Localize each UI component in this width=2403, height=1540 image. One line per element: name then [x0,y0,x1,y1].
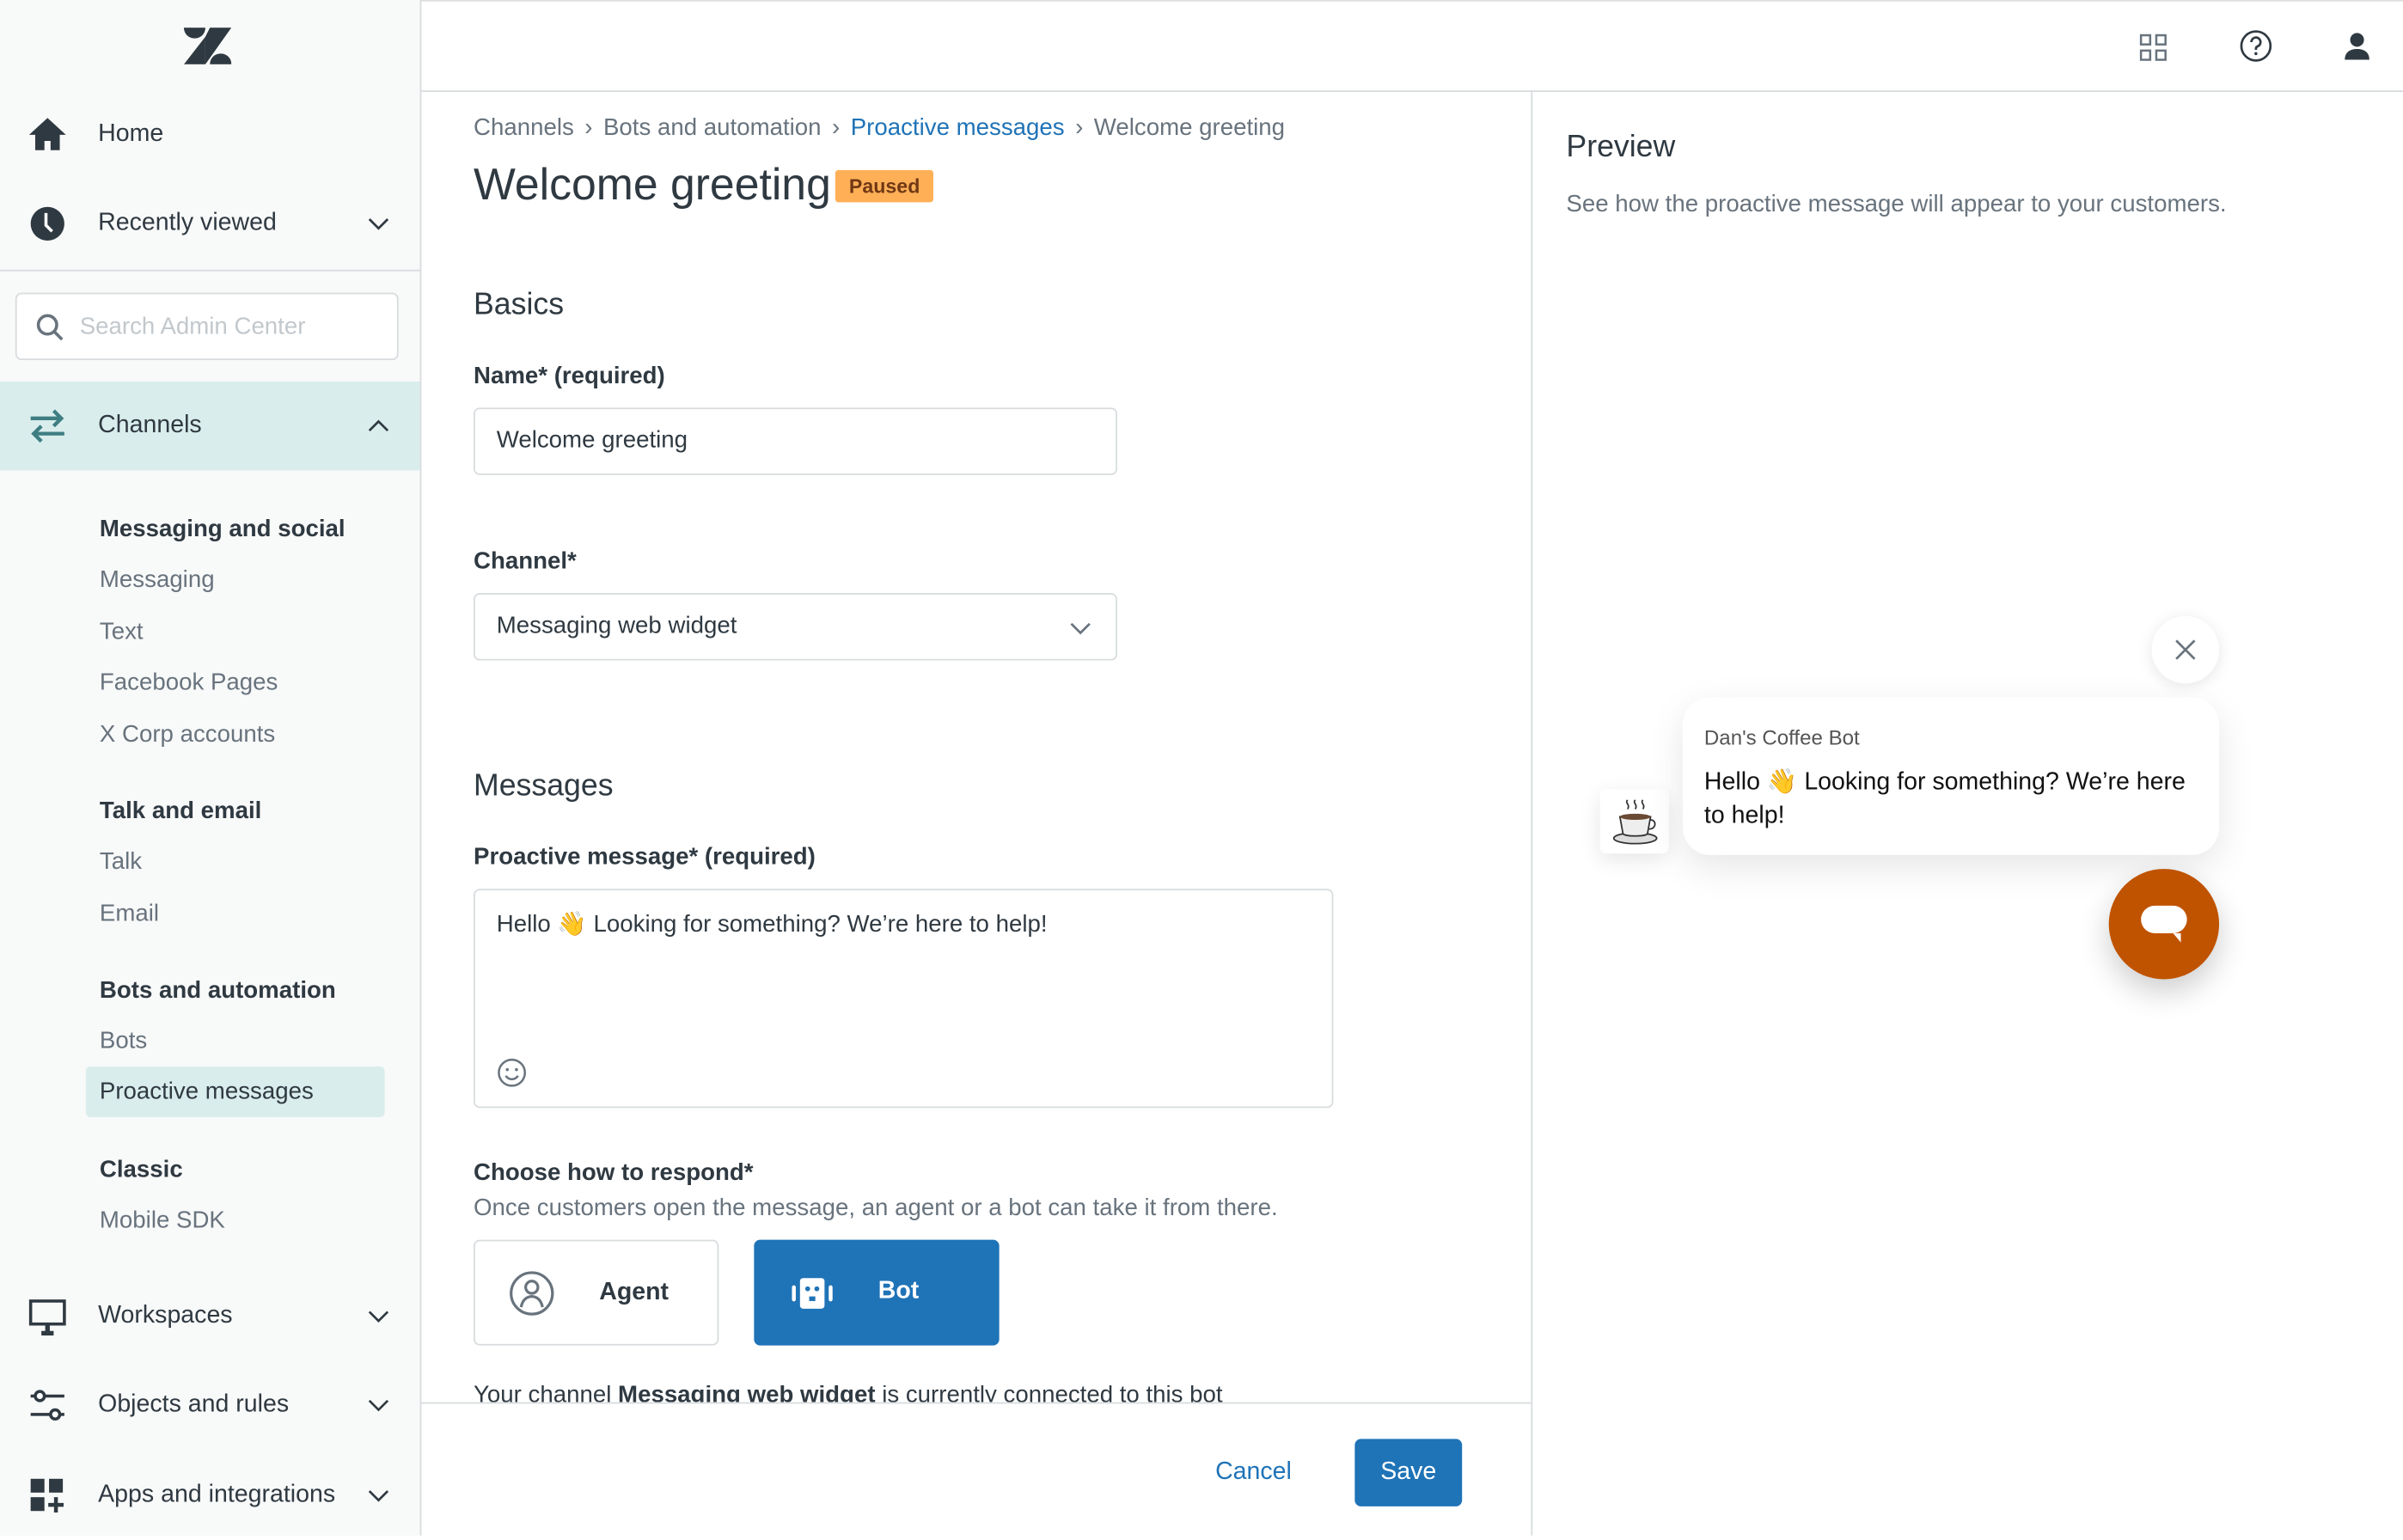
sidebar: Home Recently viewed Search Admin Center… [0,0,422,1536]
main-panel: Channels › Bots and automation › Proactive… [421,90,1533,1536]
sidebar-item-messaging[interactable]: Messaging [100,567,215,595]
sidebar-item-proactive-messages[interactable]: Proactive messages [85,1066,385,1117]
channel-value: Messaging web widget [496,613,737,639]
search-placeholder: Search Admin Center [79,314,306,340]
sidebar-item-talk[interactable]: Talk [100,849,142,877]
note-text: Your channel [474,1385,619,1402]
section-heading: Basics [474,288,565,322]
chevron-down-icon[interactable] [368,1395,389,1416]
group-title: Bots and automation [99,977,336,1004]
respond-hint: Once customers open the message, an agen… [474,1195,1278,1222]
nav-objects-and-rules[interactable]: Objects and rules [0,1360,420,1449]
bot-icon [792,1278,833,1309]
chevron-down-icon[interactable] [368,1485,389,1506]
top-bar [421,0,2403,92]
sidebar-item-email[interactable]: Email [100,901,159,929]
user-avatar-icon[interactable] [2342,31,2373,62]
sidebar-item-x-corp[interactable]: X Corp accounts [100,722,275,749]
nav-workspaces[interactable]: Workspaces [0,1272,420,1360]
preview-subtitle: See how the proactive message will appea… [1566,191,2227,218]
preview-title: Preview [1566,130,1676,164]
respond-label: Choose how to respond* [474,1159,754,1187]
nav-label: Recently viewed [98,210,277,236]
nav-label: Channels [98,412,202,438]
search-icon [36,314,64,341]
close-preview-button[interactable] [2151,615,2220,684]
nav-label: Objects and rules [98,1391,290,1418]
nav-home[interactable]: Home [0,90,420,179]
home-icon [28,118,66,150]
emoji-icon[interactable] [497,1057,528,1088]
nav-recently-viewed[interactable]: Recently viewed [0,180,420,268]
chevron-down-icon [1070,622,1091,635]
sidebar-item-mobile-sdk[interactable]: Mobile SDK [100,1207,225,1235]
search-input[interactable]: Search Admin Center [15,292,399,361]
breadcrumb: Channels › Bots and automation › Proactive… [474,115,1285,143]
agent-label: Agent [599,1279,670,1306]
sidebar-item-bots[interactable]: Bots [100,1029,147,1056]
group-title: Classic [99,1157,183,1183]
chevron-right-icon: › [1075,114,1084,142]
breadcrumb-proactive[interactable]: Proactive messages [851,115,1065,143]
name-label: Name* (required) [474,363,665,389]
nav-label: Home [98,120,164,148]
sidebar-item-label: Proactive messages [99,1079,314,1105]
monitor-icon [28,1299,66,1336]
page-title: Welcome greeting [474,161,831,211]
name-value: Welcome greeting [496,427,688,454]
divider [0,269,420,272]
note-text: is currently connected to this bot [875,1385,1223,1402]
product-grid-icon[interactable] [2139,34,2167,61]
agent-option[interactable]: Agent [474,1239,719,1346]
chevron-down-icon[interactable] [368,1305,389,1327]
breadcrumb-channels[interactable]: Channels [474,115,574,143]
bot-avatar [1599,789,1669,854]
cancel-button[interactable]: Cancel [1215,1459,1292,1487]
apps-icon [30,1478,64,1513]
nav-label: Workspaces [98,1302,233,1329]
group-title: Messaging and social [99,516,345,543]
chevron-up-icon[interactable] [368,415,389,437]
clock-icon [30,206,64,241]
arrows-icon [30,409,64,443]
nav-apps-and-integrations[interactable]: Apps and integrations [0,1451,420,1540]
bot-option[interactable]: Bot [754,1239,1000,1346]
chevron-right-icon: › [832,114,841,142]
nav-label: Apps and integrations [98,1482,336,1508]
chevron-down-icon[interactable] [368,213,389,235]
breadcrumb-bots[interactable]: Bots and automation [603,115,822,143]
agent-icon [510,1271,554,1316]
message-textarea[interactable]: Hello 👋 Looking for something? We’re her… [474,889,1334,1109]
section-heading: Messages [474,769,614,804]
messaging-launcher-button[interactable] [2108,869,2220,980]
sidebar-item-text[interactable]: Text [100,619,144,646]
bot-name: Dan's Coffee Bot [1703,726,1860,749]
channel-select[interactable]: Messaging web widget [474,593,1117,661]
connected-note: Your channel Messaging web widget is cur… [474,1385,1485,1402]
footer-divider [421,1402,1532,1404]
sidebar-item-facebook[interactable]: Facebook Pages [100,669,278,697]
chat-bubble-icon [2141,905,2187,943]
group-title: Talk and email [99,798,262,825]
chevron-right-icon: › [584,114,593,142]
nav-channels[interactable]: Channels [0,382,420,471]
preview-message: Hello 👋 Looking for something? We’re her… [1703,769,2186,829]
zendesk-logo[interactable] [183,28,232,64]
breadcrumb-current: Welcome greeting [1093,114,1286,142]
note-channel: Messaging web widget [618,1385,876,1402]
proactive-message-bubble[interactable]: Dan's Coffee Bot Hello 👋 Looking for som… [1682,697,2220,856]
channel-label: Channel* [474,548,577,575]
save-button[interactable]: Save [1354,1439,1463,1506]
message-label: Proactive message* (required) [474,844,816,871]
message-value: Hello 👋 Looking for something? We’re her… [496,912,1048,938]
status-badge: Paused [835,169,934,203]
objects-icon [30,1390,64,1421]
name-input[interactable]: Welcome greeting [474,407,1117,475]
bot-label: Bot [877,1278,920,1305]
help-icon[interactable] [2239,29,2272,63]
close-icon [2175,639,2196,660]
coffee-cup-icon [1612,799,1658,845]
